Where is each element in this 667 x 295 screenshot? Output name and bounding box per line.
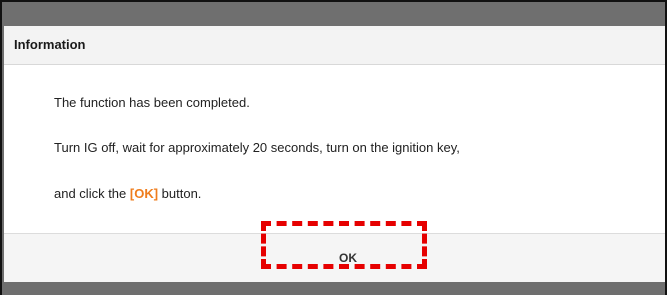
dialog-button-bar: OK (4, 233, 665, 284)
message-line-2: Turn IG off, wait for approximately 20 s… (54, 140, 460, 155)
screenshot-frame: Information The function has been comple… (0, 0, 667, 295)
background-overlay-top (2, 2, 665, 26)
background-overlay-bottom (2, 282, 665, 295)
dialog-title: Information (14, 37, 86, 52)
ok-reference-highlight: [OK] (129, 186, 159, 201)
ok-button[interactable]: OK (263, 238, 433, 278)
message-line-1: The function has been completed. (54, 95, 250, 110)
information-dialog: Information The function has been comple… (4, 26, 665, 284)
message-line-3-suffix: button. (158, 186, 202, 201)
message-line-3-prefix: and click the (54, 186, 130, 201)
message-line-3: and click the [OK] button. (54, 186, 201, 201)
dialog-title-bar: Information (4, 26, 665, 65)
